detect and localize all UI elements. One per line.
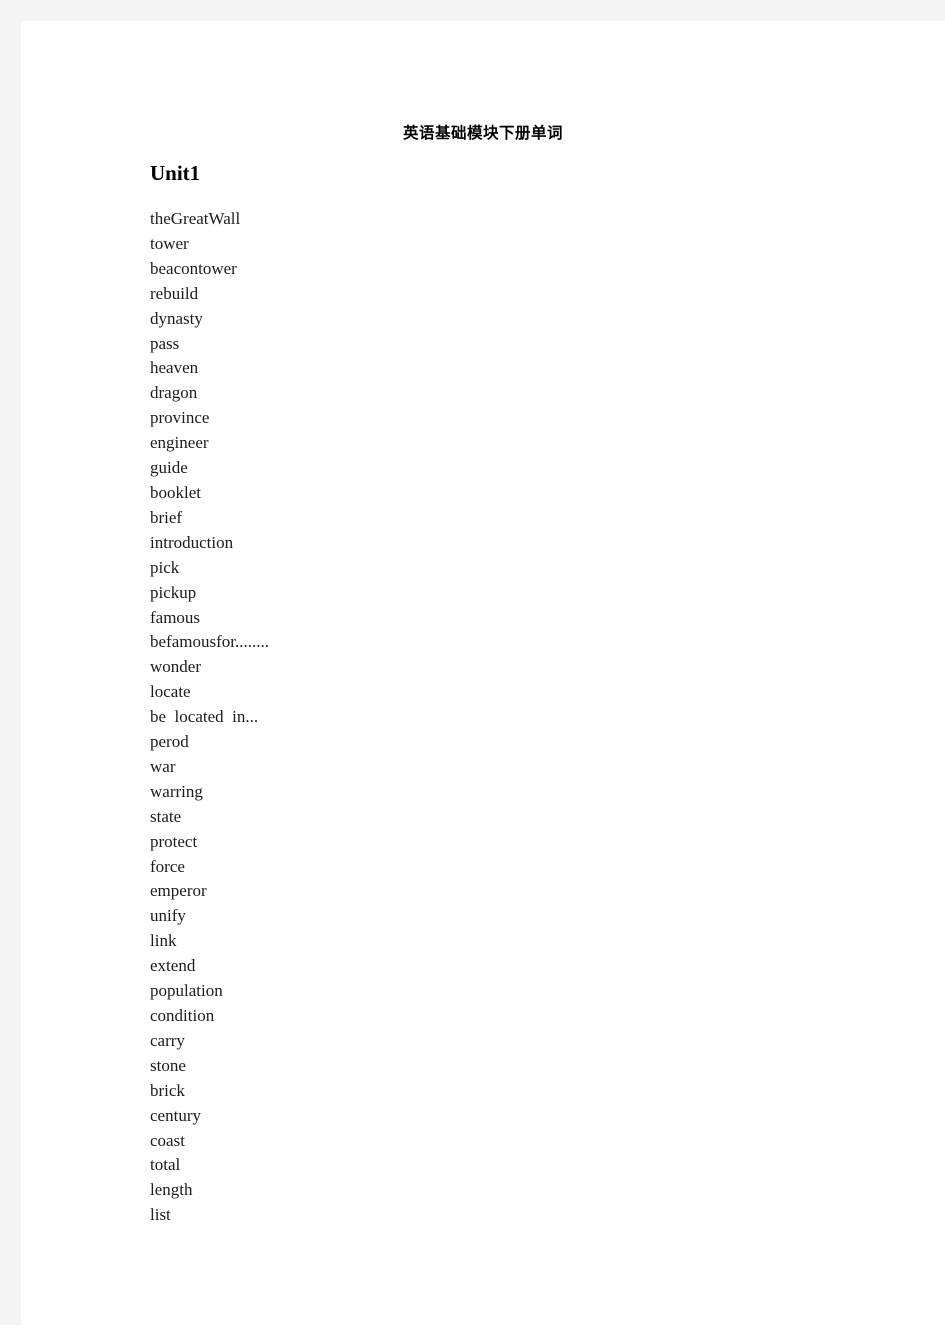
word-list-item: be located in... [150,707,259,727]
word-list-item: dynasty [150,308,203,328]
word-list-item: wonder [150,657,201,677]
word-list-item: extend [150,956,196,976]
word-list-item: length [150,1180,193,1200]
word-list-item: brief [150,507,183,527]
word-list-item: theGreatWall [150,209,241,228]
word-list-item: stone [150,1055,186,1075]
word-list-item: pickup [150,582,197,602]
word-list-item: coast [150,1130,185,1150]
word-list-item: introduction [150,532,234,552]
word-list-item: rebuild [150,283,199,303]
word-list-item: unify [150,906,186,926]
word-list-item: guide [150,458,188,478]
page-gutter-left [0,0,21,1325]
word-list-item: list [150,1205,171,1225]
word-list-item: carry [150,1030,185,1050]
word-list-item: population [150,981,223,1001]
word-list-item: dragon [150,383,198,403]
word-list-item: province [150,408,210,428]
word-list-item: heaven [150,358,199,378]
word-list-item: pass [150,333,180,353]
word-list-item: state [150,806,182,826]
word-list-item: perod [150,732,189,752]
word-list-item: engineer [150,433,209,453]
word-list-item: booklet [150,482,201,502]
word-list-item: condition [150,1006,215,1025]
unit-heading: Unit1 [150,161,201,185]
word-list-item: emperor [150,881,207,901]
document-page: 英语基础模块下册单词 Unit1 theGreatWall tower beacon… [21,21,945,1337]
word-list-item: beacontower [150,258,237,278]
word-list-item: brick [150,1080,185,1100]
page-gutter-top [0,0,945,21]
word-list-item: total [150,1155,181,1175]
word-list-item: tower [150,233,189,253]
word-list-item: famous [150,607,201,627]
document-title: 英语基础模块下册单词 [402,123,563,142]
word-list-item: war [150,756,176,776]
word-list-item: befamousfor........ [150,632,269,652]
vocabulary-word-list: theGreatWall tower beacontower rebuild dynas… [150,207,570,1228]
word-list-item: century [150,1105,201,1125]
word-list-item: force [150,856,185,876]
word-list-item: warring [150,781,203,801]
word-list-item: protect [150,831,198,851]
word-list-item: locate [150,682,191,702]
word-list-item: pick [150,557,180,577]
word-list-item: link [150,931,177,951]
